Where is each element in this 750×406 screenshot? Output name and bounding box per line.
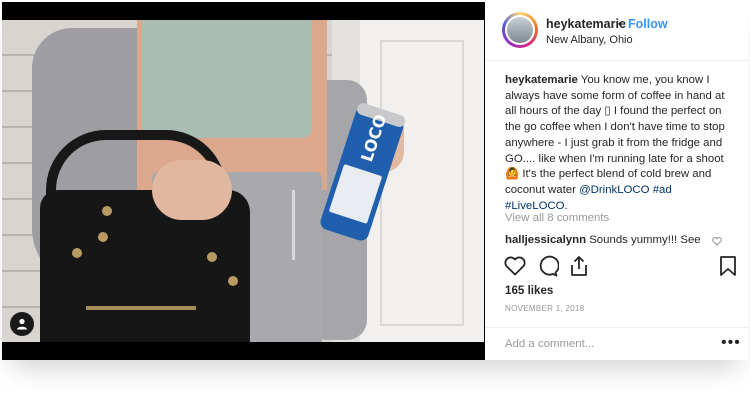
user-icon xyxy=(17,318,27,330)
username-link[interactable]: heykatemarie xyxy=(546,17,626,31)
post-side-panel: heykatemarie • Follow New Albany, Ohio h… xyxy=(485,2,748,360)
photo-drawstring xyxy=(292,190,295,260)
photo-bag-zipper xyxy=(86,306,196,310)
comment-item: halljessicalynn Sounds yummy!!! See xyxy=(505,234,715,246)
view-all-comments-link[interactable]: View all 8 comments xyxy=(505,212,609,224)
tagged-users-button[interactable] xyxy=(10,312,34,336)
more-options-button[interactable]: ••• xyxy=(721,334,741,352)
caption-end: . xyxy=(564,199,568,212)
likes-count[interactable]: 165 likes xyxy=(505,284,553,297)
photo-bag-stud xyxy=(228,276,238,286)
location-link[interactable]: New Albany, Ohio xyxy=(546,34,633,46)
post-photo[interactable]: LOCO xyxy=(2,20,484,342)
photo-door-panel xyxy=(380,40,464,326)
heart-icon[interactable] xyxy=(503,254,527,278)
photo-crop-top xyxy=(142,20,312,138)
photo-bag-stud xyxy=(207,252,217,262)
caption-mention[interactable]: @DrinkLOCO xyxy=(579,184,649,196)
post-date: NOVEMBER 1, 2018 xyxy=(505,304,585,313)
share-icon[interactable] xyxy=(567,254,591,278)
photo-can-label xyxy=(328,164,383,224)
small-heart-icon[interactable] xyxy=(712,237,722,248)
photo-bag-stud xyxy=(102,206,112,216)
caption-username[interactable]: heykatemarie xyxy=(505,74,578,86)
comment-username[interactable]: halljessicalynn xyxy=(505,234,586,246)
photo-bag-stud xyxy=(98,232,108,242)
post-caption: heykatemarie You know me, you know I alw… xyxy=(505,73,735,214)
post-header: heykatemarie • Follow New Albany, Ohio xyxy=(485,2,748,61)
caption-hashtag-ad[interactable]: #ad xyxy=(653,184,672,196)
comment-icon[interactable] xyxy=(535,254,559,278)
bookmark-icon[interactable] xyxy=(716,254,740,278)
photo-bag-stud xyxy=(72,248,82,258)
follow-button[interactable]: Follow xyxy=(628,17,668,31)
caption-text: You know me, you know I always have some… xyxy=(505,74,725,196)
action-bar xyxy=(485,252,748,286)
add-comment-bar: Add a comment... ••• xyxy=(485,327,748,361)
comment-text: Sounds yummy!!! See xyxy=(586,234,701,246)
photo-can-logo: LOCO xyxy=(357,112,391,165)
caption-hashtag-liveloco[interactable]: #LiveLOCO xyxy=(505,200,565,212)
avatar-image xyxy=(507,17,533,43)
add-comment-input[interactable]: Add a comment... xyxy=(505,338,594,350)
instagram-post-card: LOCO heykatemarie • Follow New Albany, O… xyxy=(2,2,748,360)
separator-dot: • xyxy=(618,17,623,31)
photo-hand-left xyxy=(152,160,232,220)
avatar[interactable] xyxy=(502,12,538,48)
avatar-ring xyxy=(505,15,535,45)
